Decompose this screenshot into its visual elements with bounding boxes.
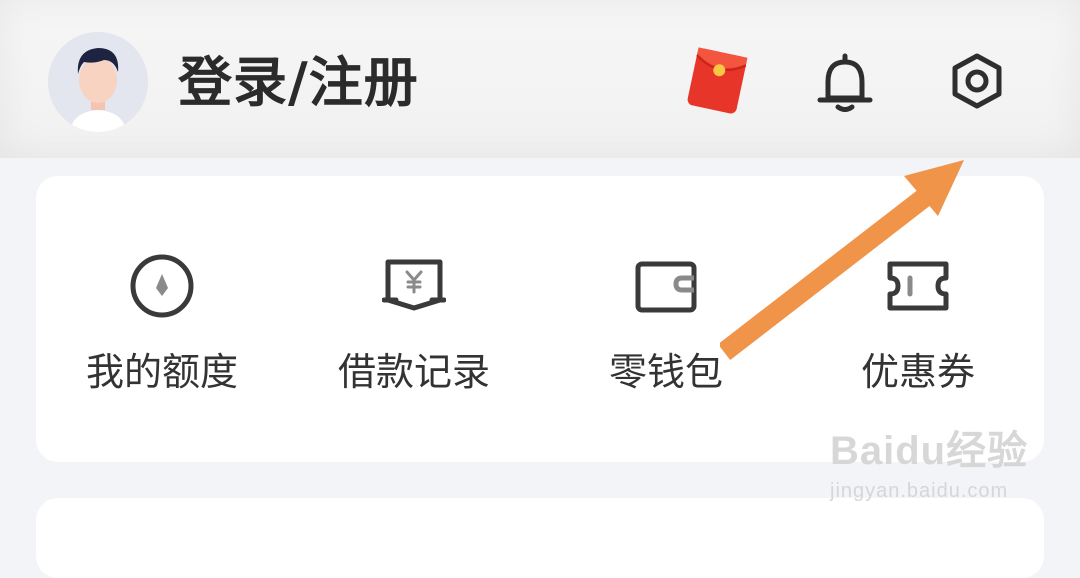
- credit-limit-icon: [130, 254, 194, 318]
- login-register-link[interactable]: 登录/注册: [178, 48, 419, 118]
- red-packet-button[interactable]: [682, 46, 752, 116]
- menu-item-loan-record[interactable]: 借款记录: [288, 176, 540, 462]
- menu-item-credit-limit[interactable]: 我的额度: [36, 176, 288, 462]
- second-card: [36, 498, 1044, 578]
- loan-record-icon: [382, 259, 446, 311]
- watermark-url: jingyan.baidu.com: [830, 480, 1009, 502]
- menu-item-label: 我的额度: [85, 350, 238, 394]
- annotation-arrow: [720, 160, 964, 360]
- watermark-brand: Baidu经验: [830, 429, 1029, 473]
- profile-header: 登录/注册: [0, 0, 1080, 158]
- avatar-icon: [48, 32, 148, 132]
- wallet-icon: [635, 261, 697, 313]
- notification-button[interactable]: [810, 46, 880, 116]
- watermark: Baidu经验 jingyan.baidu.com: [830, 418, 1028, 503]
- settings-button[interactable]: [942, 46, 1012, 116]
- bell-icon: [817, 53, 873, 112]
- settings-icon: [952, 53, 1002, 109]
- menu-item-label: 借款记录: [337, 350, 490, 394]
- red-packet-icon: [687, 47, 748, 114]
- avatar[interactable]: [48, 32, 148, 132]
